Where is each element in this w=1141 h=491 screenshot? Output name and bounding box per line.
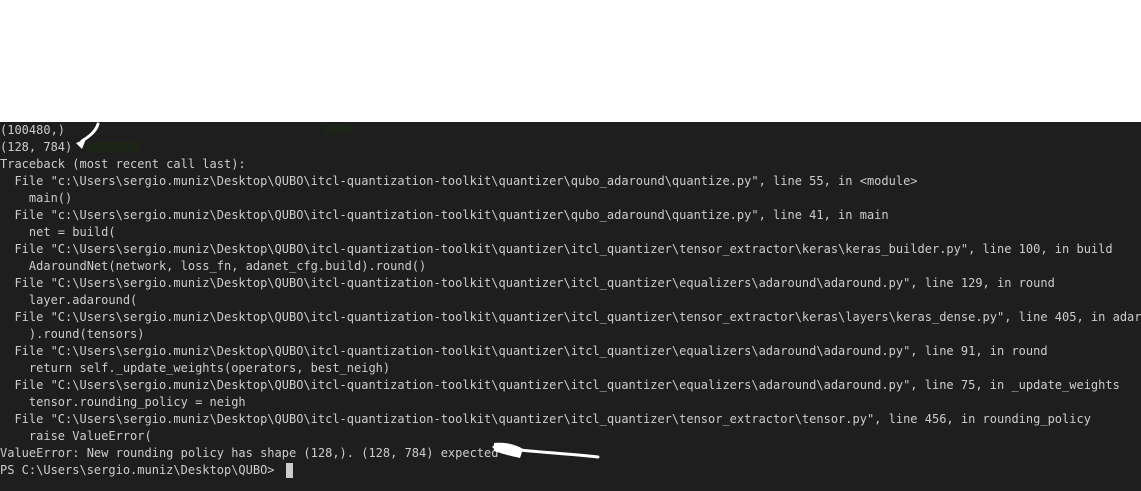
traceback-code-line: net = build( [0,225,116,239]
prompt-text: PS C:\Users\sergio.muniz\Desktop\QUBO> [0,463,282,477]
screenshot-page: (100480,) (128, 784) Traceback (most rec… [0,0,1141,491]
traceback-code-line: ).round(tensors) [0,327,145,341]
traceback-file-line: File "c:\Users\sergio.muniz\Desktop\QUBO… [0,208,889,222]
traceback-code-line: layer.adaround( [0,293,138,307]
traceback-code-line: raise ValueError( [0,429,152,443]
traceback-file-line: File "c:\Users\sergio.muniz\Desktop\QUBO… [0,174,918,188]
traceback-code-line: main() [0,191,73,205]
traceback-header: Traceback (most recent call last): [0,157,246,171]
terminal-panel[interactable]: (100480,) (128, 784) Traceback (most rec… [0,122,1141,491]
text-cursor [285,463,293,478]
error-message-line: ValueError: New rounding policy has shap… [0,446,499,460]
traceback-code-line: AdaroundNet(network, loss_fn, adanet_cfg… [0,259,427,273]
traceback-file-line: File "C:\Users\sergio.muniz\Desktop\QUBO… [0,344,1048,358]
blank-area [0,0,1141,122]
output-line: (100480,) [0,123,66,137]
traceback-file-line: File "C:\Users\sergio.muniz\Desktop\QUBO… [0,310,1141,324]
traceback-file-line: File "C:\Users\sergio.muniz\Desktop\QUBO… [0,242,1113,256]
traceback-code-line: tensor.rounding_policy = neigh [0,395,246,409]
traceback-file-line: File "C:\Users\sergio.muniz\Desktop\QUBO… [0,378,1120,392]
traceback-code-line: return self._update_weights(operators, b… [0,361,391,375]
traceback-file-line: File "C:\Users\sergio.muniz\Desktop\QUBO… [0,412,1091,426]
output-line: (128, 784) [0,140,73,154]
terminal-output: (100480,) (128, 784) Traceback (most rec… [0,122,1141,479]
traceback-file-line: File "C:\Users\sergio.muniz\Desktop\QUBO… [0,276,1055,290]
shell-prompt[interactable]: PS C:\Users\sergio.muniz\Desktop\QUBO> [0,462,1141,479]
